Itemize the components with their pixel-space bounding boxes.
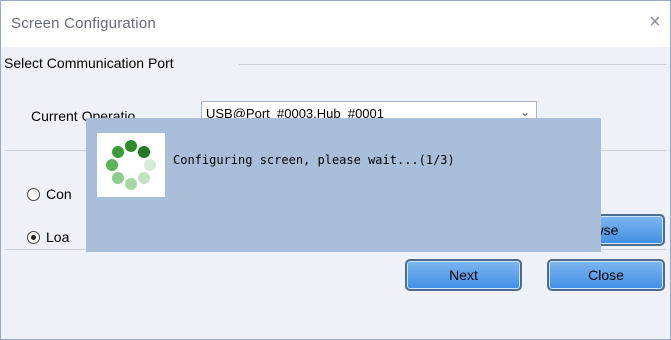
- next-button[interactable]: Next: [405, 259, 522, 291]
- close-icon[interactable]: ×: [646, 12, 664, 32]
- screen-configuration-dialog: Screen Configuration × Select Communicat…: [0, 0, 671, 340]
- option-radio-2[interactable]: Loa: [27, 229, 69, 245]
- title-bar: Screen Configuration ×: [1, 1, 670, 47]
- radio-button-checked[interactable]: [27, 231, 40, 244]
- port-group-legend: Select Communication Port: [4, 55, 178, 71]
- loading-spinner-icon: [106, 140, 156, 190]
- dialog-title: Screen Configuration: [11, 15, 156, 32]
- option-radio-1[interactable]: Con: [27, 186, 72, 202]
- spinner-box: [97, 133, 165, 197]
- radio-button[interactable]: [27, 188, 40, 201]
- close-button[interactable]: Close: [547, 259, 665, 291]
- chevron-down-icon[interactable]: ⌄: [520, 105, 530, 119]
- option-label: Con: [46, 186, 72, 202]
- option-label: Loa: [46, 229, 70, 245]
- progress-message: Configuring screen, please wait...(1/3): [173, 153, 455, 167]
- group-divider: [239, 64, 666, 65]
